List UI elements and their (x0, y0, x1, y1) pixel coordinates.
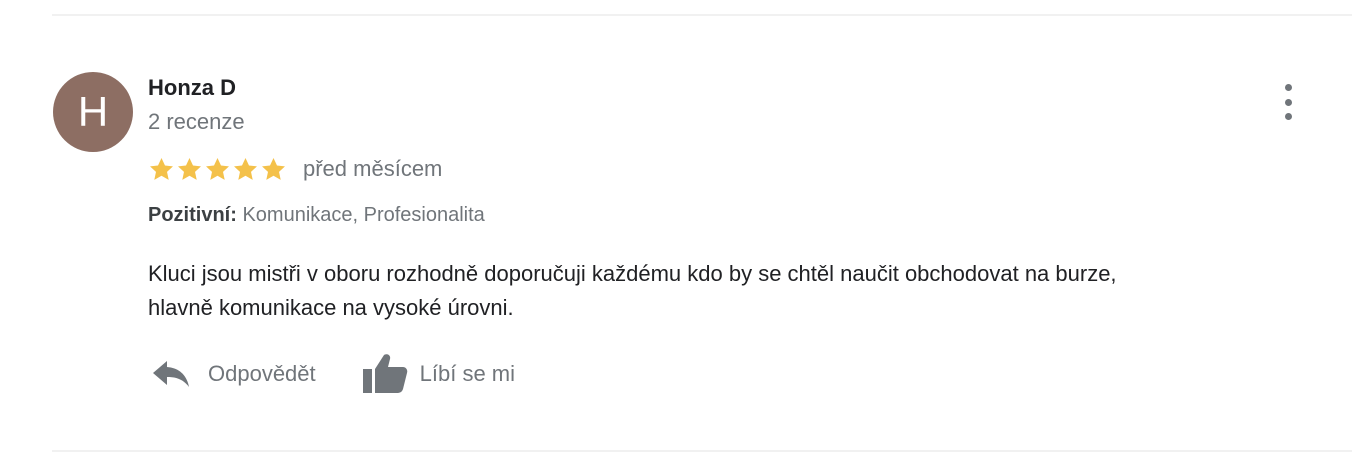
thumbs-up-icon (362, 354, 407, 393)
like-button[interactable]: Líbí se mi (362, 353, 515, 395)
like-label: Líbí se mi (419, 361, 516, 386)
review-text-line: hlavně komunikace na vysoké úrovni. (148, 295, 514, 320)
reviews-count[interactable]: 2 recenze (148, 108, 245, 136)
reply-arrow-icon (153, 361, 189, 387)
star-icon (262, 157, 285, 180)
reply-button[interactable]: Odpovědět (152, 359, 316, 389)
star-icon (234, 157, 257, 180)
top-divider (52, 14, 1352, 16)
more-vert-icon-dot (1284, 98, 1292, 106)
bottom-divider (52, 450, 1352, 452)
avatar-letter: H (77, 88, 109, 135)
star-rating (148, 156, 287, 183)
reply-label: Odpovědět (208, 361, 316, 386)
avatar[interactable]: H (53, 72, 133, 152)
rating-row: před měsícem (148, 154, 442, 184)
positive-label: Pozitivní: (148, 204, 237, 226)
review-text-line: Kluci jsou mistři v oboru rozhodně dopor… (148, 261, 1117, 286)
more-options-button[interactable] (1276, 84, 1300, 120)
author-name[interactable]: Honza D (148, 74, 236, 102)
positive-values: Komunikace, Profesionalita (242, 204, 485, 226)
more-vert-icon (1284, 84, 1292, 91)
review-actions: Odpovědět Líbí se mi (152, 352, 515, 396)
star-icon (206, 157, 229, 180)
positive-attributes: Pozitivní: Komunikace, Profesionalita (148, 201, 485, 229)
more-vert-icon-dot (1284, 113, 1292, 120)
star-icon (150, 157, 173, 180)
review-date: před měsícem (303, 156, 443, 181)
star-icon (178, 157, 201, 180)
review-text: Kluci jsou mistři v oboru rozhodně dopor… (148, 257, 1328, 325)
